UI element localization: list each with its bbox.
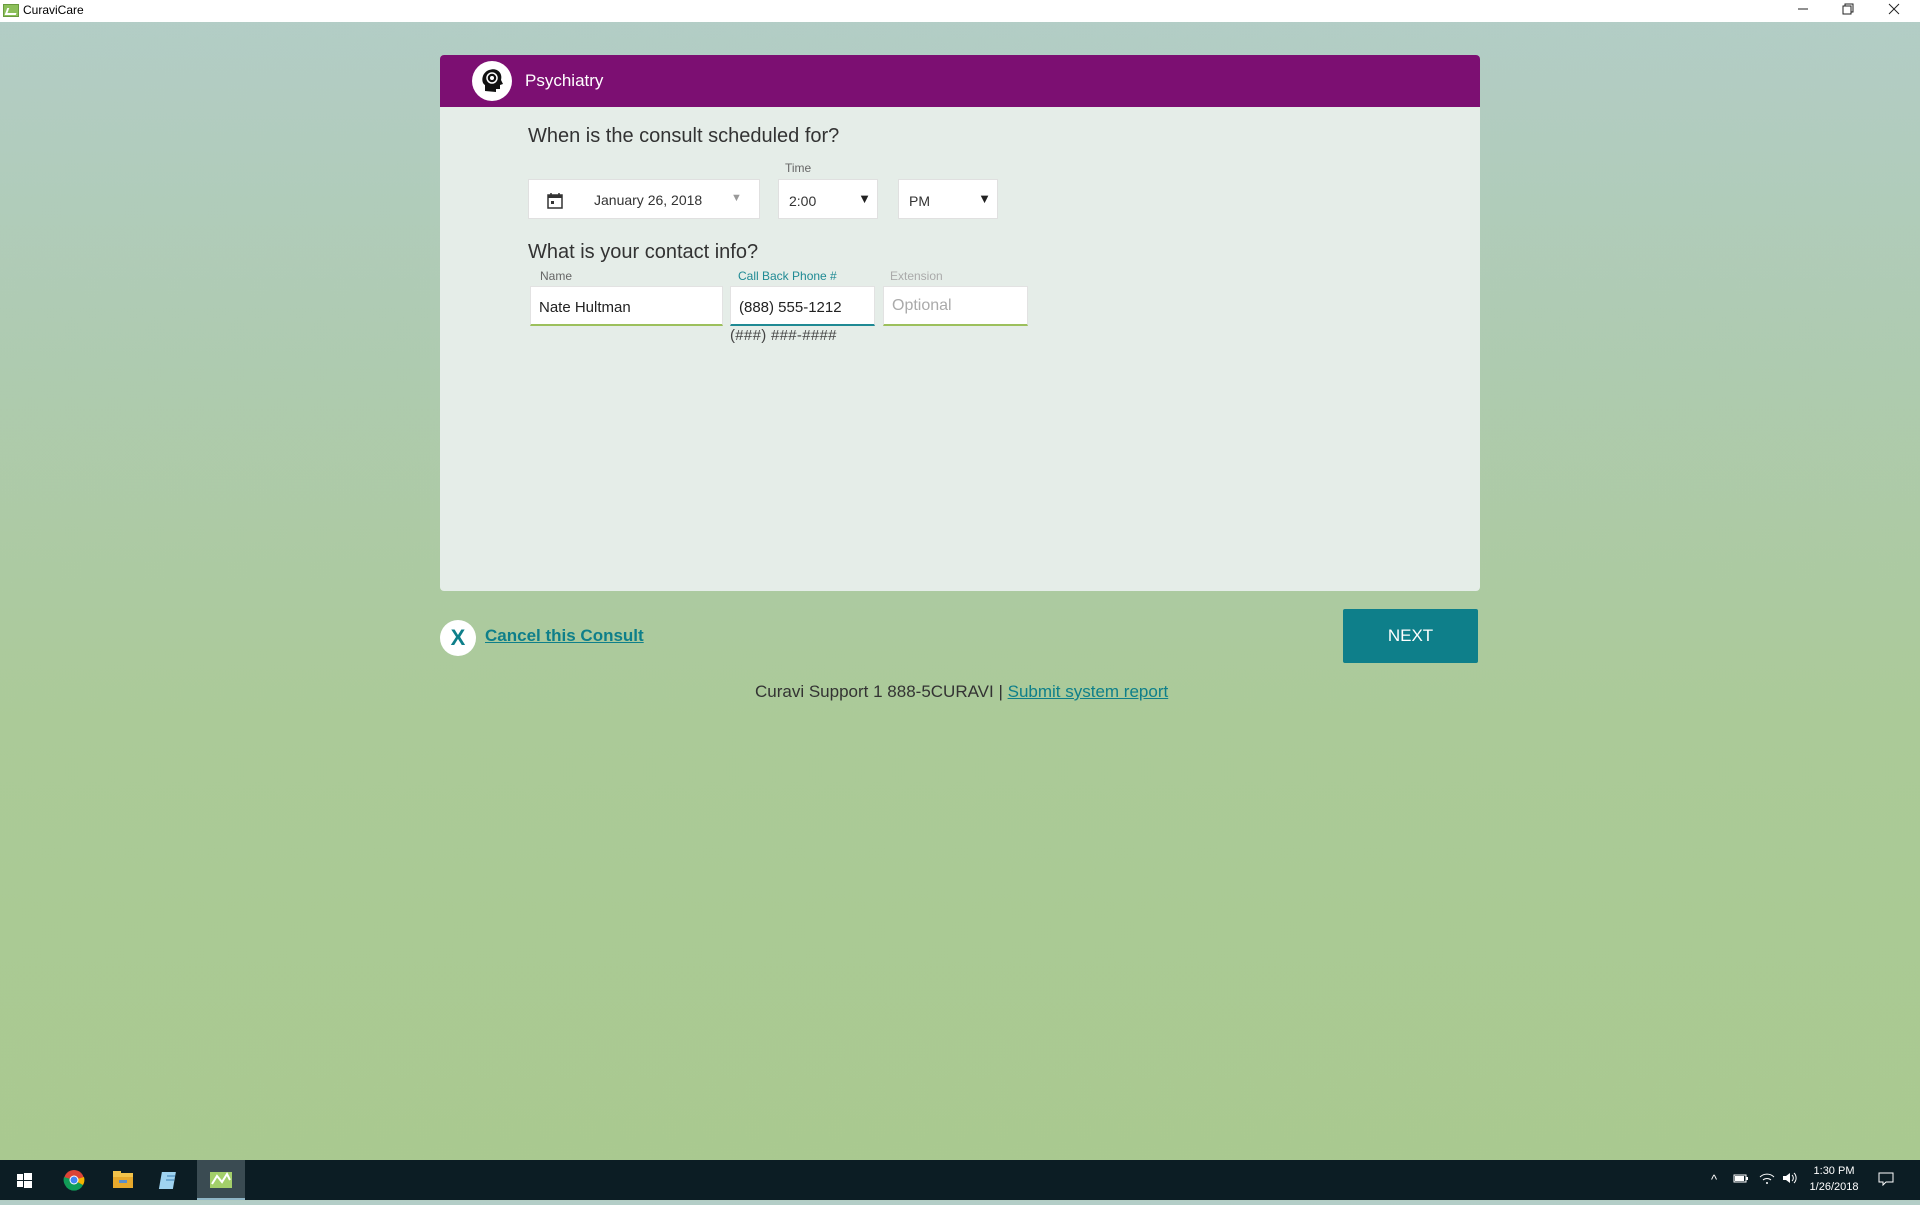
calendar-icon	[547, 193, 563, 209]
phone-format-hint: (###) ###-####	[730, 327, 837, 344]
ampm-select[interactable]: PM ▼	[898, 179, 998, 219]
extension-field[interactable]: Optional	[883, 286, 1028, 326]
close-icon	[1888, 3, 1900, 15]
time-select[interactable]: 2:00 ▼	[778, 179, 878, 219]
cancel-consult-link[interactable]: Cancel this Consult	[485, 626, 644, 646]
restore-button[interactable]	[1826, 0, 1870, 22]
consult-card: Psychiatry When is the consult scheduled…	[440, 55, 1480, 591]
time-value: 2:00	[789, 193, 817, 209]
support-footer: Curavi Support 1 888-5CURAVI | Submit sy…	[755, 682, 1168, 702]
window-titlebar: CuraviCare	[0, 0, 1920, 22]
next-button[interactable]: NEXT	[1343, 609, 1478, 663]
submit-report-link[interactable]: Submit system report	[1008, 682, 1169, 701]
taskbar-chrome[interactable]	[50, 1160, 98, 1200]
taskbar-file-explorer[interactable]	[99, 1160, 147, 1200]
dropdown-arrow-icon: ▼	[858, 191, 871, 206]
chrome-icon	[63, 1170, 85, 1191]
phone-field[interactable]: (888) 555-1212	[730, 286, 875, 326]
chevron-up-icon[interactable]: ^	[1711, 1172, 1717, 1187]
restore-icon	[1842, 3, 1854, 15]
window-title: CuraviCare	[23, 3, 84, 17]
dropdown-arrow-icon: ▼	[978, 191, 991, 206]
app-logo-icon	[3, 4, 19, 17]
ampm-value: PM	[909, 193, 930, 209]
volume-icon[interactable]	[1782, 1172, 1798, 1187]
taskbar-curavicare[interactable]	[197, 1160, 245, 1200]
date-value: January 26, 2018	[594, 192, 703, 208]
phone-value: (888) 555-1212	[739, 299, 842, 316]
date-picker[interactable]: January 26, 2018 ▼	[528, 179, 760, 219]
support-text: Curavi Support 1 888-5CURAVI |	[755, 682, 1008, 701]
notification-icon[interactable]	[1878, 1172, 1894, 1189]
cancel-x-icon[interactable]: X	[440, 620, 476, 656]
extension-placeholder: Optional	[892, 297, 952, 314]
curavicare-icon	[210, 1171, 232, 1188]
contact-question: What is your contact info?	[528, 241, 759, 263]
wifi-icon[interactable]	[1759, 1172, 1775, 1187]
name-field[interactable]: Nate Hultman	[530, 286, 723, 326]
minimize-button[interactable]	[1781, 0, 1825, 22]
schedule-question: When is the consult scheduled for?	[528, 125, 840, 147]
time-label: Time	[785, 161, 812, 175]
start-button[interactable]	[0, 1160, 48, 1200]
windows-logo-icon	[17, 1173, 32, 1188]
battery-icon[interactable]	[1733, 1172, 1749, 1187]
notepad-icon	[158, 1172, 176, 1189]
name-label: Name	[540, 269, 573, 283]
taskbar: ^ 1:30 PM 1/26/2018	[0, 1160, 1920, 1200]
phone-label: Call Back Phone #	[738, 269, 837, 283]
head-profile-icon	[472, 61, 512, 101]
minimize-icon	[1798, 8, 1808, 10]
extension-label: Extension	[890, 269, 943, 283]
specialty-title: Psychiatry	[525, 71, 604, 90]
close-button[interactable]	[1872, 0, 1916, 22]
chevron-down-icon: ▼	[731, 192, 742, 204]
taskbar-clock[interactable]: 1:30 PM 1/26/2018	[1800, 1163, 1868, 1195]
folder-icon	[113, 1171, 133, 1188]
name-value: Nate Hultman	[539, 299, 631, 316]
specialty-header: Psychiatry	[440, 55, 1480, 107]
taskbar-app[interactable]	[148, 1160, 196, 1200]
clock-time: 1:30 PM	[1813, 1165, 1855, 1177]
clock-date: 1/26/2018	[1809, 1181, 1859, 1193]
